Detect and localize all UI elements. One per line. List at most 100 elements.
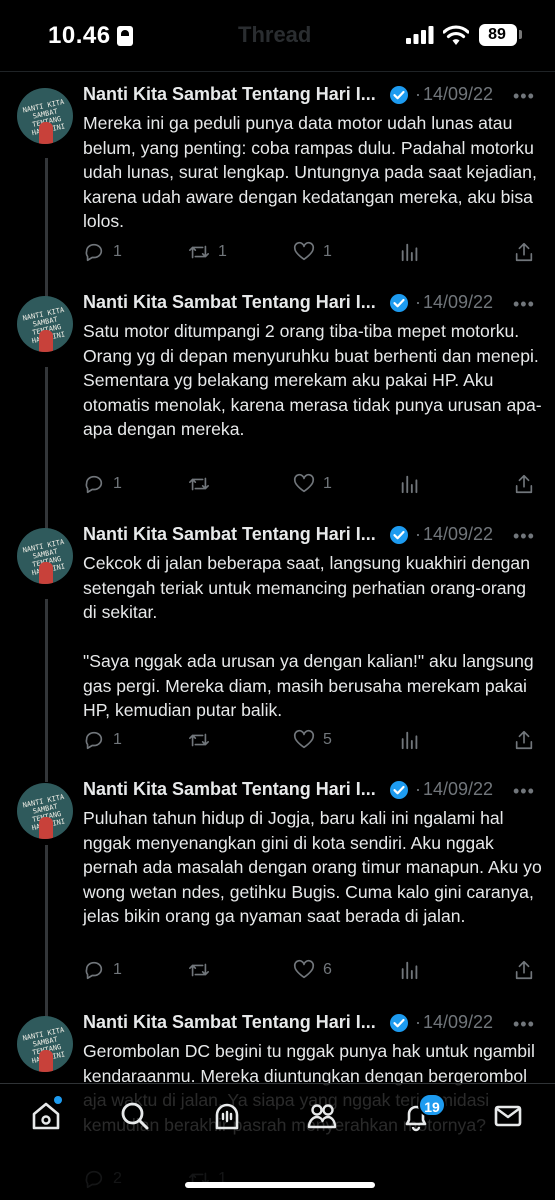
more-options-icon[interactable]: •••: [513, 86, 535, 107]
status-bar: 10.46 Thread 89: [0, 0, 555, 72]
share-icon: [515, 960, 533, 980]
reply-button[interactable]: 1: [83, 239, 122, 265]
tweet-header: Nanti Kita Sambat Tentang Hari I... · 14…: [83, 1010, 543, 1036]
more-options-icon[interactable]: •••: [513, 781, 535, 802]
home-unread-dot: [54, 1096, 62, 1104]
retweet-button[interactable]: [188, 727, 218, 753]
like-button[interactable]: 6: [293, 957, 332, 983]
search-icon: [121, 1102, 149, 1130]
author-name[interactable]: Nanti Kita Sambat Tentang Hari I...: [83, 1012, 376, 1033]
tweet-date[interactable]: 14/09/22: [423, 524, 493, 545]
reply-button[interactable]: 1: [83, 471, 122, 497]
avatar[interactable]: NANTI KITA SAMBAT TENTANG HARI INI: [17, 296, 73, 352]
avatar[interactable]: NANTI KITA SAMBAT TENTANG HARI INI: [17, 88, 73, 144]
retweet-count: 1: [218, 243, 227, 260]
like-count: 5: [323, 731, 332, 748]
tweet-actions: 1 1 1: [83, 239, 543, 265]
tweet-date[interactable]: 14/09/22: [423, 779, 493, 800]
like-count: 1: [323, 475, 332, 492]
more-options-icon[interactable]: •••: [513, 294, 535, 315]
separator-dot: ·: [415, 292, 421, 312]
battery-icon: 89: [479, 24, 517, 46]
avatar-figure: [39, 122, 53, 144]
avatar-figure: [39, 562, 53, 584]
heart-icon: [293, 959, 315, 979]
reply-button[interactable]: 1: [83, 957, 122, 983]
tweet-date[interactable]: 14/09/22: [423, 292, 493, 313]
retweet-button[interactable]: 1: [188, 239, 227, 265]
like-button[interactable]: 1: [293, 239, 332, 265]
tweet-actions: 1 1: [83, 471, 543, 497]
retweet-button[interactable]: [188, 471, 218, 497]
tab-spaces[interactable]: [211, 1100, 243, 1132]
views-icon: [401, 475, 418, 494]
reply-button[interactable]: 1: [83, 727, 122, 753]
tweet-date[interactable]: 14/09/22: [423, 1012, 493, 1033]
share-button[interactable]: [513, 471, 535, 497]
avatar[interactable]: NANTI KITA SAMBAT TENTANG HARI INI: [17, 528, 73, 584]
like-count: 1: [323, 243, 332, 260]
verified-badge-icon: [390, 1014, 408, 1032]
separator-dot: ·: [415, 524, 421, 544]
spaces-icon: [215, 1103, 239, 1130]
verified-badge-icon: [390, 781, 408, 799]
author-name[interactable]: Nanti Kita Sambat Tentang Hari I...: [83, 524, 376, 545]
reply-icon: [85, 475, 103, 494]
author-name[interactable]: Nanti Kita Sambat Tentang Hari I...: [83, 292, 376, 313]
share-button[interactable]: [513, 957, 535, 983]
tweet[interactable]: NANTI KITA SAMBAT TENTANG HARI INI Nanti…: [0, 290, 555, 494]
like-button[interactable]: 5: [293, 727, 332, 753]
tweet-text: Satu motor ditumpangi 2 orang tiba-tiba …: [83, 321, 542, 439]
reply-icon: [85, 961, 103, 980]
retweet-icon: [189, 477, 209, 491]
heart-icon: [293, 473, 315, 493]
more-options-icon[interactable]: •••: [513, 1014, 535, 1035]
tab-search[interactable]: [119, 1100, 151, 1132]
views-button[interactable]: [399, 471, 421, 497]
wifi-icon: [443, 25, 469, 45]
tab-messages[interactable]: [492, 1100, 524, 1132]
like-count: 6: [323, 961, 332, 978]
tab-communities[interactable]: [306, 1100, 338, 1132]
retweet-button[interactable]: [188, 957, 218, 983]
views-button[interactable]: [399, 727, 421, 753]
views-button[interactable]: [399, 957, 421, 983]
avatar-figure: [39, 817, 53, 839]
tweet-header: Nanti Kita Sambat Tentang Hari I... · 14…: [83, 522, 543, 548]
tweet[interactable]: NANTI KITA SAMBAT TENTANG HARI INI Nanti…: [0, 82, 555, 282]
verified-badge-icon: [390, 86, 408, 104]
reply-icon: [85, 243, 103, 262]
share-icon: [515, 242, 533, 262]
heart-icon: [293, 729, 315, 749]
views-button[interactable]: [399, 239, 421, 265]
tweet-header: Nanti Kita Sambat Tentang Hari I... · 14…: [83, 777, 543, 803]
tweet[interactable]: NANTI KITA SAMBAT TENTANG HARI INI Nanti…: [0, 777, 555, 987]
views-icon: [401, 731, 418, 750]
tweet-date[interactable]: 14/09/22: [423, 84, 493, 105]
author-name[interactable]: Nanti Kita Sambat Tentang Hari I...: [83, 779, 376, 800]
reply-count: 1: [113, 243, 122, 260]
retweet-icon: [189, 245, 209, 259]
reply-count: 1: [113, 475, 122, 492]
battery-nub: [519, 30, 522, 39]
mail-icon: [494, 1105, 522, 1127]
separator-dot: ·: [415, 1012, 421, 1032]
like-button[interactable]: 1: [293, 471, 332, 497]
author-name[interactable]: Nanti Kita Sambat Tentang Hari I...: [83, 84, 376, 105]
share-icon: [515, 730, 533, 750]
retweet-icon: [189, 733, 209, 747]
tab-home[interactable]: [30, 1100, 62, 1132]
avatar[interactable]: NANTI KITA SAMBAT TENTANG HARI INI: [17, 783, 73, 839]
views-icon: [401, 243, 418, 262]
share-button[interactable]: [513, 239, 535, 265]
more-options-icon[interactable]: •••: [513, 526, 535, 547]
tweet-text: Mereka ini ga peduli punya data motor ud…: [83, 113, 537, 231]
home-indicator[interactable]: [185, 1182, 375, 1188]
tweet[interactable]: NANTI KITA SAMBAT TENTANG HARI INI Nanti…: [0, 522, 555, 762]
battery-level: 89: [488, 26, 506, 43]
retweet-icon: [189, 963, 209, 977]
avatar[interactable]: NANTI KITA SAMBAT TENTANG HARI INI: [17, 1016, 73, 1072]
verified-badge-icon: [390, 526, 408, 544]
views-icon: [401, 961, 418, 980]
share-button[interactable]: [513, 727, 535, 753]
